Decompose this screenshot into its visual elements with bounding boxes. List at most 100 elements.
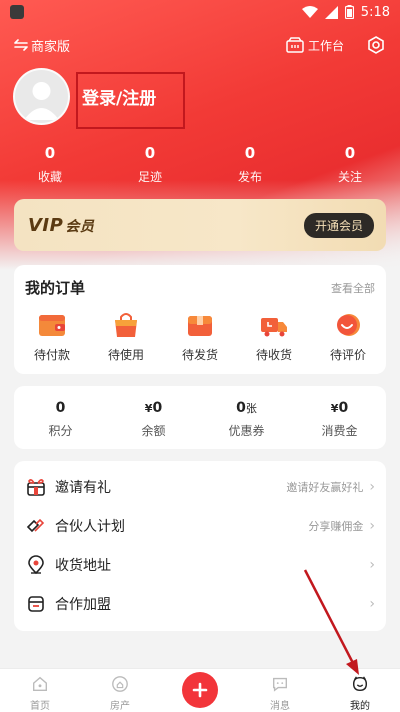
order-pending-receipt[interactable]: 待收货 <box>244 312 304 363</box>
tab-property[interactable]: 房产 <box>80 669 160 712</box>
switch-arrows-icon <box>14 39 28 51</box>
wallet-amount: 0 <box>236 400 246 416</box>
menu-label: 邀请有礼 <box>55 479 111 496</box>
tab-label: 房产 <box>110 701 130 712</box>
menu-hint: 邀请好友赢好礼 <box>286 480 364 494</box>
chevron-right-icon: › <box>369 478 375 495</box>
signal-icon <box>324 5 338 19</box>
chevron-right-icon: › <box>369 556 375 573</box>
wifi-icon <box>301 5 318 18</box>
vip-logo: VIP 会员 <box>28 215 94 236</box>
menu-item-franchise[interactable]: 合作加盟 › <box>14 584 386 623</box>
wallet-value: 0 <box>14 400 107 416</box>
order-pending-use[interactable]: 待使用 <box>96 312 156 363</box>
shopping-bag-icon <box>115 313 137 337</box>
app-notification-icon <box>10 5 24 19</box>
wallet-points[interactable]: 0 积分 <box>14 386 107 449</box>
stat-posts[interactable]: 0 发布 <box>200 144 300 185</box>
order-label: 待收货 <box>255 348 292 362</box>
workbench-icon <box>286 37 304 53</box>
order-label: 待使用 <box>107 348 144 362</box>
wallet-value: ¥0 <box>293 400 386 416</box>
wallet-amount: 0 <box>152 400 163 416</box>
status-time: 5:18 <box>360 4 390 20</box>
wallet-value: 0张 <box>200 400 293 416</box>
menu-item-partner[interactable]: 合伙人计划 分享赚佣金 › <box>14 506 386 545</box>
battery-icon <box>344 5 354 19</box>
menu-item-invite[interactable]: 邀请有礼 邀请好友赢好礼 › <box>14 467 386 506</box>
wallet-suffix: 张 <box>245 402 257 415</box>
services-menu: 邀请有礼 邀请好友赢好礼 › 合伙人计划 分享赚佣金 › 收货地址 › 合作加盟… <box>14 461 386 631</box>
wallet-card: 0 积分 ¥0 余额 0张 优惠券 ¥0 消费金 <box>14 386 386 449</box>
gift-icon <box>27 478 45 496</box>
delivery-truck-icon <box>261 318 287 337</box>
settings-button[interactable] <box>366 35 386 55</box>
tab-label: 我的 <box>350 701 370 712</box>
top-toolbar: 商家版 工作台 <box>14 34 386 56</box>
stat-label: 发布 <box>237 170 262 184</box>
add-post-button[interactable] <box>182 672 218 708</box>
order-pending-shipment[interactable]: 待发货 <box>170 312 230 363</box>
tab-mine[interactable]: 我的 <box>320 669 400 712</box>
wallet-amount: 0 <box>338 400 349 416</box>
merchant-label: 商家版 <box>31 39 71 55</box>
location-pin-icon <box>28 554 44 574</box>
stat-label: 足迹 <box>137 170 162 184</box>
chat-icon <box>273 677 287 692</box>
wallet-balance[interactable]: ¥0 余额 <box>107 386 200 449</box>
wallet-coupons[interactable]: 0张 优惠券 <box>200 386 293 449</box>
wallet-label: 余额 <box>141 424 166 438</box>
menu-label: 合作加盟 <box>55 596 111 613</box>
vip-logo-text: VIP <box>28 214 64 236</box>
vip-banner[interactable]: VIP 会员 开通会员 <box>14 199 386 251</box>
wallet-spending-credit[interactable]: ¥0 消费金 <box>293 386 386 449</box>
wallet-amount: 0 <box>55 400 66 416</box>
property-icon <box>112 676 128 692</box>
orders-card: 我的订单 查看全部 待付款 待使用 待发货 待收货 待评价 <box>14 265 386 374</box>
wallet-label: 积分 <box>48 424 73 438</box>
order-label: 待发货 <box>181 348 218 362</box>
stat-value: 0 <box>344 144 356 162</box>
handshake-icon <box>26 518 45 532</box>
workbench-button[interactable]: 工作台 <box>286 37 344 54</box>
tab-messages[interactable]: 消息 <box>240 669 320 712</box>
wallet-value: ¥0 <box>107 400 200 416</box>
workbench-label: 工作台 <box>307 38 344 53</box>
order-pending-payment[interactable]: 待付款 <box>22 312 82 363</box>
settings-hexagon-icon <box>368 36 384 54</box>
menu-label: 收货地址 <box>55 557 111 574</box>
stat-footprints[interactable]: 0 足迹 <box>100 144 200 185</box>
package-icon <box>188 316 212 336</box>
avatar[interactable] <box>13 68 70 125</box>
menu-label: 合伙人计划 <box>55 518 125 535</box>
wallet-icon <box>39 315 65 336</box>
default-avatar-icon <box>24 82 59 120</box>
chevron-right-icon: › <box>369 517 375 534</box>
menu-hint: 分享赚佣金 <box>308 519 364 533</box>
stat-value: 0 <box>144 144 156 162</box>
profile-stats: 0 收藏 0 足迹 0 发布 0 关注 <box>0 144 400 185</box>
open-vip-button[interactable]: 开通会员 <box>303 212 374 238</box>
chevron-right-icon: › <box>369 595 375 612</box>
merchant-switch-button[interactable]: 商家版 <box>14 36 70 55</box>
view-all-orders-link[interactable]: 查看全部 <box>331 280 375 296</box>
tab-label: 消息 <box>270 701 290 712</box>
stat-label: 关注 <box>337 170 362 184</box>
review-smile-icon <box>337 314 360 336</box>
wallet-label: 优惠券 <box>228 424 265 438</box>
order-pending-review[interactable]: 待评价 <box>318 312 378 363</box>
stat-following[interactable]: 0 关注 <box>300 144 400 185</box>
orders-title: 我的订单 <box>25 279 86 297</box>
login-register-link[interactable]: 登录/注册 <box>82 84 156 109</box>
vip-logo-suffix: 会员 <box>65 218 95 235</box>
status-bar: 5:18 <box>0 0 400 24</box>
menu-item-address[interactable]: 收货地址 › <box>14 545 386 584</box>
stat-value: 0 <box>244 144 256 162</box>
storefront-icon <box>28 595 44 612</box>
home-icon <box>33 676 47 691</box>
stat-label: 收藏 <box>37 170 62 184</box>
order-label: 待付款 <box>33 348 70 362</box>
plus-icon <box>192 682 208 698</box>
stat-favorites[interactable]: 0 收藏 <box>0 144 100 185</box>
tab-home[interactable]: 首页 <box>0 669 80 712</box>
